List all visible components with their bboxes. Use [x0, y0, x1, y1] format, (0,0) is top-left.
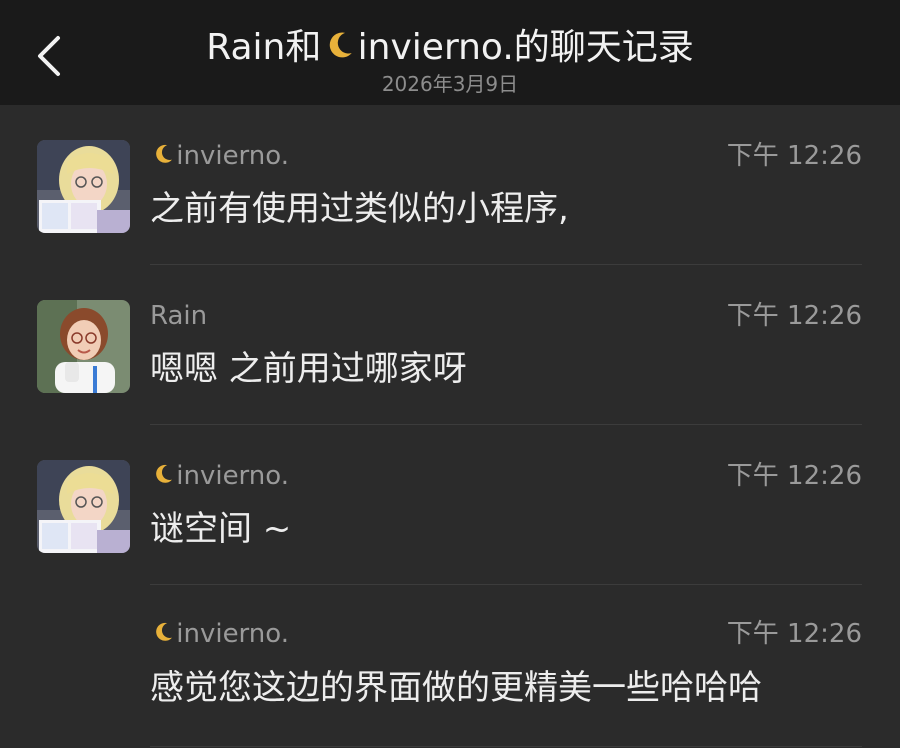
moon-icon — [329, 32, 352, 58]
title-prefix: Rain和 — [206, 27, 322, 68]
chat-message: invierno. 下午 12:26 之前有使用过类似的小程序, — [0, 105, 900, 265]
avatar-woman-glasses-icon — [37, 300, 130, 393]
message-text[interactable]: 嗯嗯 之前用过哪家呀 — [150, 349, 467, 389]
message-time: 下午 12:26 — [726, 301, 862, 331]
divider — [150, 746, 862, 747]
chat-history-header: Rain和 invierno.的聊天记录 2026年3月9日 — [0, 0, 900, 105]
avatar-blonde-girl-reading-icon — [37, 140, 130, 233]
message-text[interactable]: 感觉您这边的界面做的更精美一些哈哈哈 — [150, 668, 762, 708]
sender-name: invierno. — [150, 461, 289, 491]
message-text[interactable]: 之前有使用过类似的小程序, — [150, 189, 569, 229]
sender-name-text: invierno. — [176, 141, 289, 171]
sender-name: invierno. — [150, 619, 289, 649]
sender-name: Rain — [150, 301, 207, 331]
moon-icon — [156, 145, 173, 163]
message-text[interactable]: 谜空间 ~ — [150, 509, 291, 549]
sender-name-text: invierno. — [176, 461, 289, 491]
avatar[interactable] — [37, 140, 130, 233]
sender-name-text: Rain — [150, 301, 208, 331]
avatar[interactable] — [37, 300, 130, 393]
avatar[interactable] — [37, 460, 130, 553]
page-title: Rain和 invierno.的聊天记录 — [0, 18, 900, 70]
title-suffix: invierno.的聊天记录 — [357, 27, 694, 68]
avatar-blonde-girl-reading-icon — [37, 460, 130, 553]
moon-icon — [156, 465, 173, 483]
message-time: 下午 12:26 — [726, 619, 862, 649]
sender-name: invierno. — [150, 141, 289, 171]
message-time: 下午 12:26 — [726, 141, 862, 171]
message-time: 下午 12:26 — [726, 461, 862, 491]
chat-date: 2026年3月9日 — [381, 72, 519, 96]
chat-message: invierno. 下午 12:26 谜空间 ~ — [0, 425, 900, 585]
chat-message: invierno. 下午 12:26 感觉您这边的界面做的更精美一些哈哈哈 — [0, 585, 900, 748]
sender-name-text: invierno. — [176, 619, 289, 649]
chat-message: Rain 下午 12:26 嗯嗯 之前用过哪家呀 — [0, 265, 900, 425]
moon-icon — [156, 623, 173, 641]
